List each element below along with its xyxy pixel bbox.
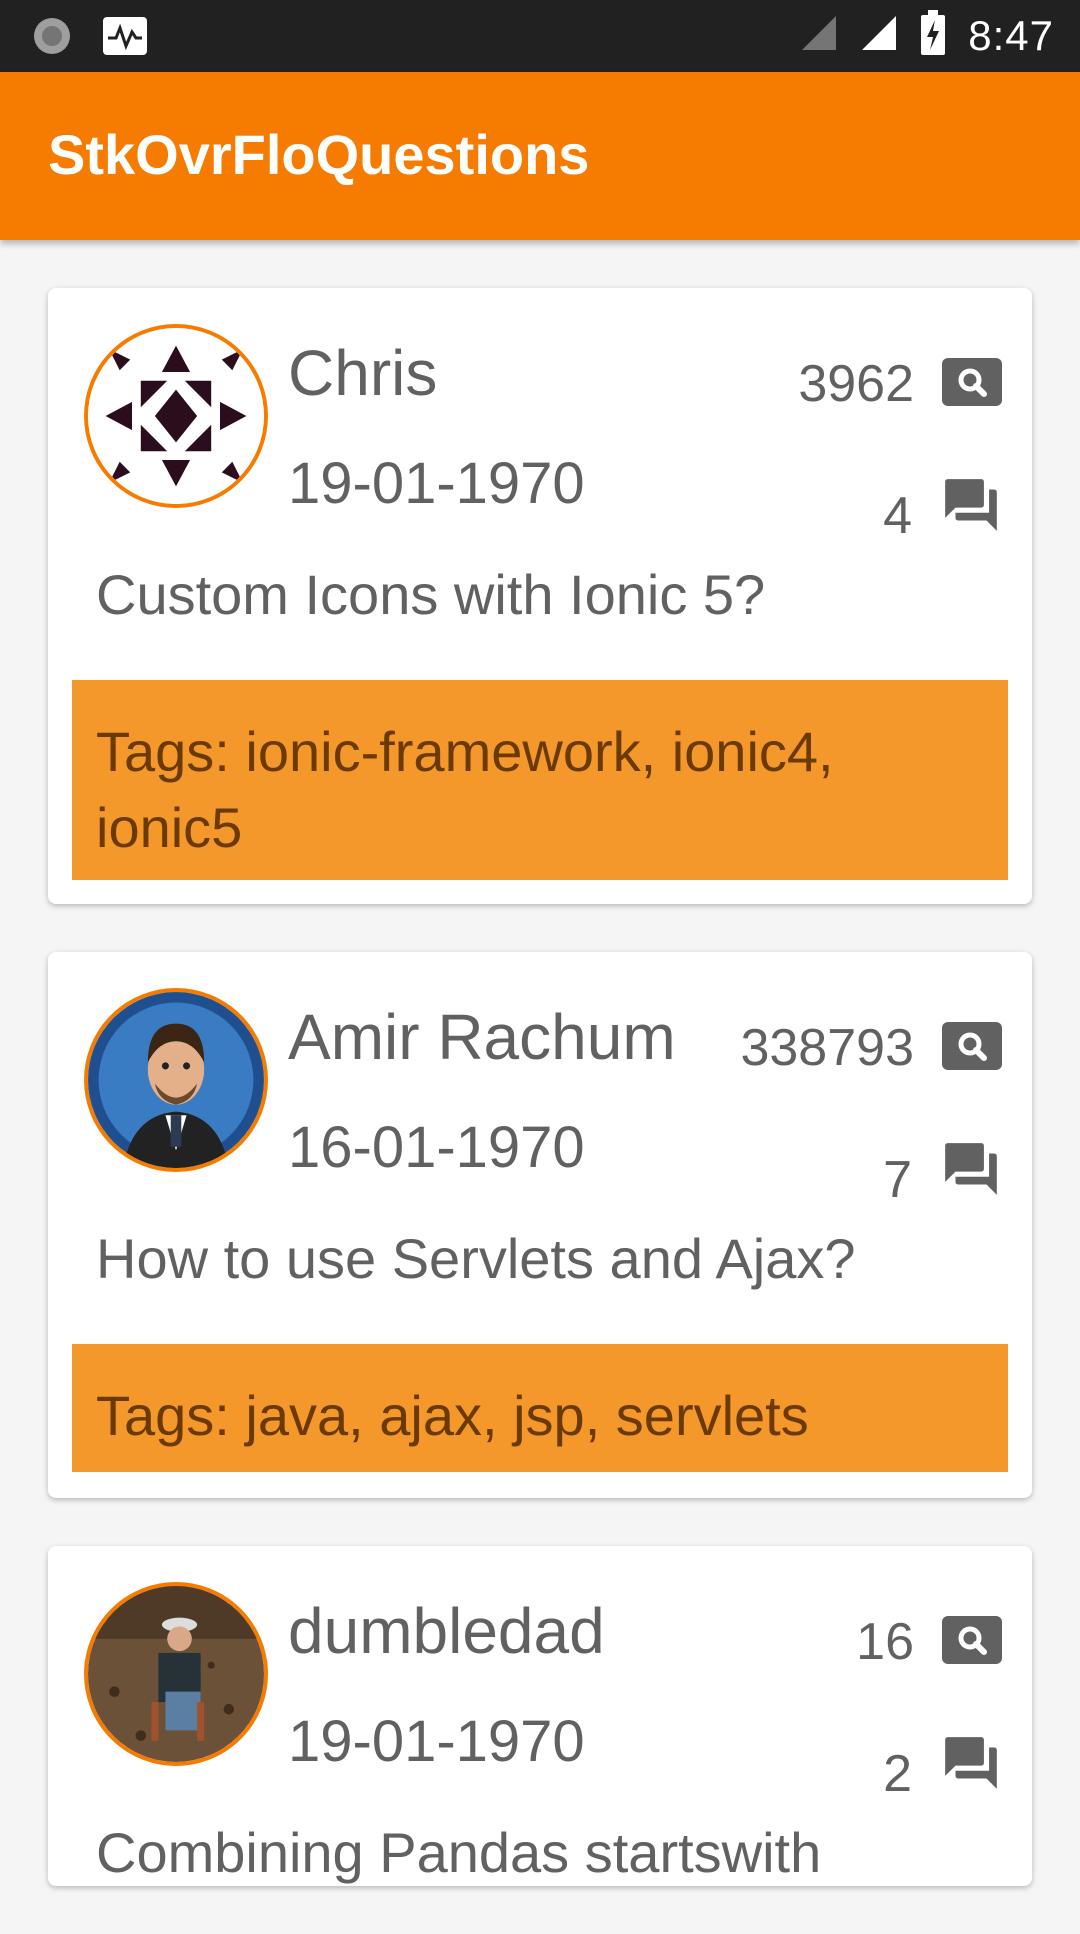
question-card[interactable]: dumbledad 19-01-1970 16 2 Combining Pand… [48,1546,1032,1886]
question-list[interactable]: Chris 19-01-1970 3962 4 Custom Icons wit… [48,288,1032,1934]
question-title[interactable]: How to use Servlets and Ajax? [96,1226,856,1291]
question-date: 16-01-1970 [288,1115,585,1180]
sync-icon [30,14,74,63]
forum-icon [940,1138,1002,1205]
answer-count-value: 2 [883,1745,912,1803]
search-icon [942,1615,1002,1669]
activity-icon [102,16,148,61]
cartoon-portrait-avatar-image [88,992,264,1168]
view-count-value: 338793 [740,1019,914,1077]
view-count: 338793 [740,1018,1002,1078]
answer-count: 2 [883,1726,1002,1804]
view-count: 16 [856,1612,1002,1672]
signal-weak-icon [800,14,838,57]
app-title: StkOvrFloQuestions [48,123,590,186]
owner-name: dumbledad [288,1595,605,1667]
question-card[interactable]: Amir Rachum 16-01-1970 338793 7 How to u… [48,952,1032,1498]
question-card[interactable]: Chris 19-01-1970 3962 4 Custom Icons wit… [48,288,1032,904]
tags-banner: Tags: ionic-framework, ionic4, ionic5 [72,680,1008,880]
signal-icon [860,14,898,57]
search-icon [942,1021,1002,1075]
answer-count: 7 [883,1132,1002,1210]
avatar [84,1582,268,1766]
view-count: 3962 [798,354,1002,414]
photo-avatar-image [88,1586,264,1762]
search-icon [942,357,1002,411]
avatar [84,988,268,1172]
question-date: 19-01-1970 [288,451,585,516]
clock: 8:47 [968,11,1054,59]
tags-banner: Tags: java, ajax, jsp, servlets [72,1344,1008,1472]
answer-count: 4 [883,468,1002,546]
answer-count-value: 4 [883,487,912,545]
battery-charging-icon [920,10,946,61]
answer-count-value: 7 [883,1151,912,1209]
question-title[interactable]: Custom Icons with Ionic 5? [96,562,765,627]
question-title[interactable]: Combining Pandas startswith [96,1820,821,1885]
forum-icon [940,474,1002,541]
app-bar: StkOvrFloQuestions [0,72,1080,240]
owner-name: Chris [288,337,438,409]
owner-name: Amir Rachum [288,1001,676,1073]
view-count-value: 16 [856,1613,914,1671]
forum-icon [940,1732,1002,1799]
avatar [84,324,268,508]
question-date: 19-01-1970 [288,1709,585,1774]
view-count-value: 3962 [798,355,914,413]
status-bar: 8:47 [0,0,1080,72]
geometric-avatar-image [88,328,264,504]
